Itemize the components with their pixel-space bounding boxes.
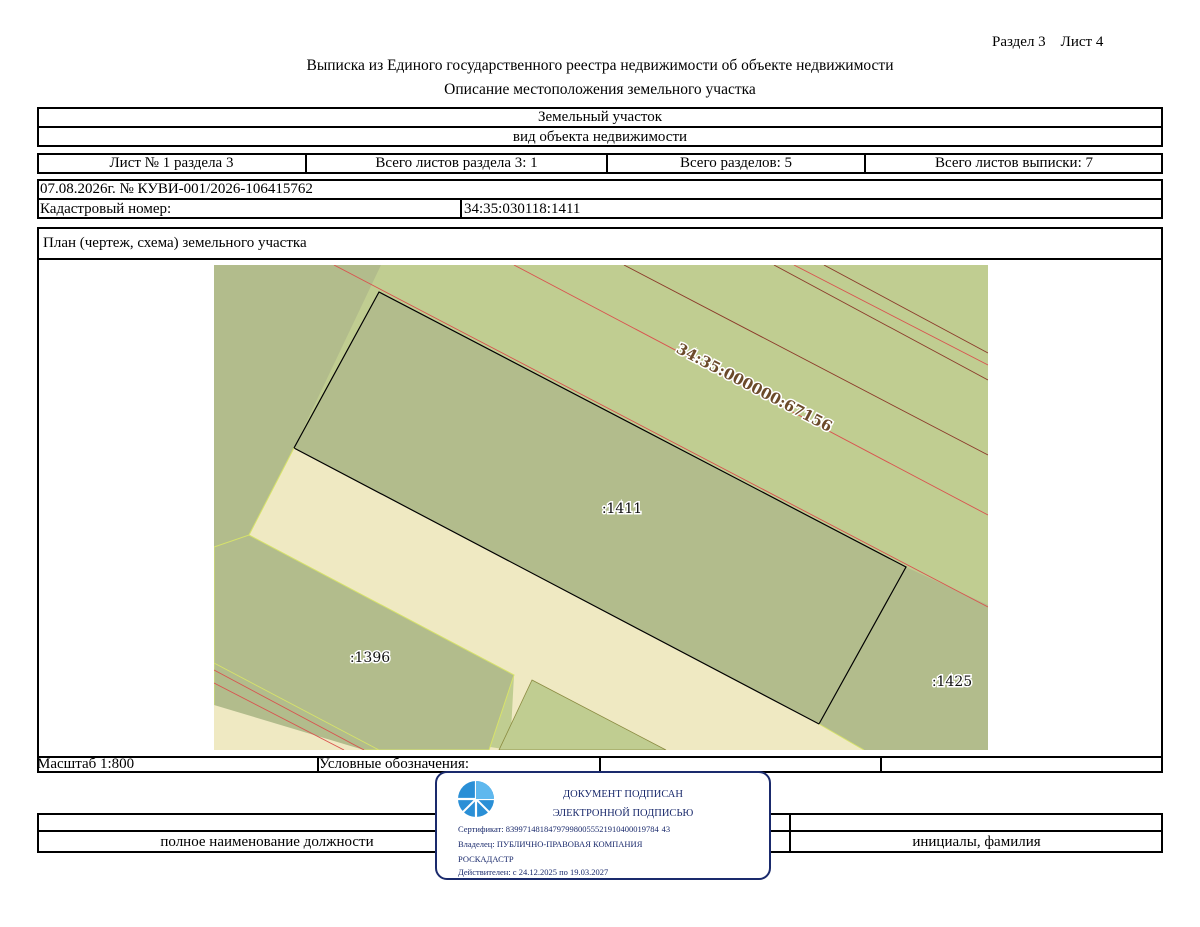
document-title: Выписка из Единого государственного реес… — [306, 57, 894, 74]
divider — [37, 258, 1163, 260]
document-subtitle: Описание местоположения земельного участ… — [444, 81, 756, 98]
cadastral-number: 34:35:030118:1411 — [464, 200, 581, 217]
label-parcel-1411: :1411 — [602, 501, 642, 517]
signature-caption: инициалы, фамилия — [912, 833, 1041, 850]
section-sheet-ref: Раздел 3 Лист 4 — [992, 34, 1104, 50]
sheet-number: Лист № 1 раздела 3 — [109, 155, 234, 171]
stamp-owner-line1: Владелец: ПУБЛИЧНО-ПРАВОВАЯ КОМПАНИЯ — [458, 839, 643, 849]
record-date-number: 07.08.2026г. № КУВИ-001/2026-106415762 — [40, 180, 313, 197]
divider — [880, 756, 882, 773]
total-sheets-extract: Всего листов выписки: 7 — [935, 155, 1093, 171]
stamp-owner-line2: РОСКАДАСТР — [458, 854, 514, 864]
cadastral-label: Кадастровый номер: — [40, 200, 172, 217]
stamp-line2: ЭЛЕКТРОННОЙ ПОДПИСЬЮ — [552, 808, 694, 819]
position-caption: полное наименование должности — [160, 833, 374, 850]
parcel-map: :1411 :1396 :1425 34:35:000000:67156 — [214, 265, 988, 750]
e-signature-stamp: ДОКУМЕНТ ПОДПИСАН ЭЛЕКТРОННОЙ ПОДПИСЬЮ С… — [435, 771, 771, 880]
parcel-map-svg: :1411 :1396 :1425 34:35:000000:67156 — [214, 265, 988, 750]
object-type: Земельный участок — [537, 108, 663, 125]
label-parcel-1425: :1425 — [932, 674, 972, 690]
total-sheets-section: Всего листов раздела 3: 1 — [375, 155, 538, 171]
label-parcel-1396: :1396 — [350, 650, 390, 666]
object-type-caption: вид объекта недвижимости — [512, 128, 688, 145]
scale-text: Масштаб 1:800 — [37, 756, 135, 772]
stamp-certificate: Сертификат: 8399714818479799800555219104… — [458, 824, 671, 834]
stamp-validity: Действителен: с 24.12.2025 по 19.03.2027 — [458, 867, 609, 877]
stamp-line1: ДОКУМЕНТ ПОДПИСАН — [563, 789, 683, 800]
plan-title: План (чертеж, схема) земельного участка — [43, 235, 307, 251]
total-sections: Всего разделов: 5 — [679, 155, 793, 171]
